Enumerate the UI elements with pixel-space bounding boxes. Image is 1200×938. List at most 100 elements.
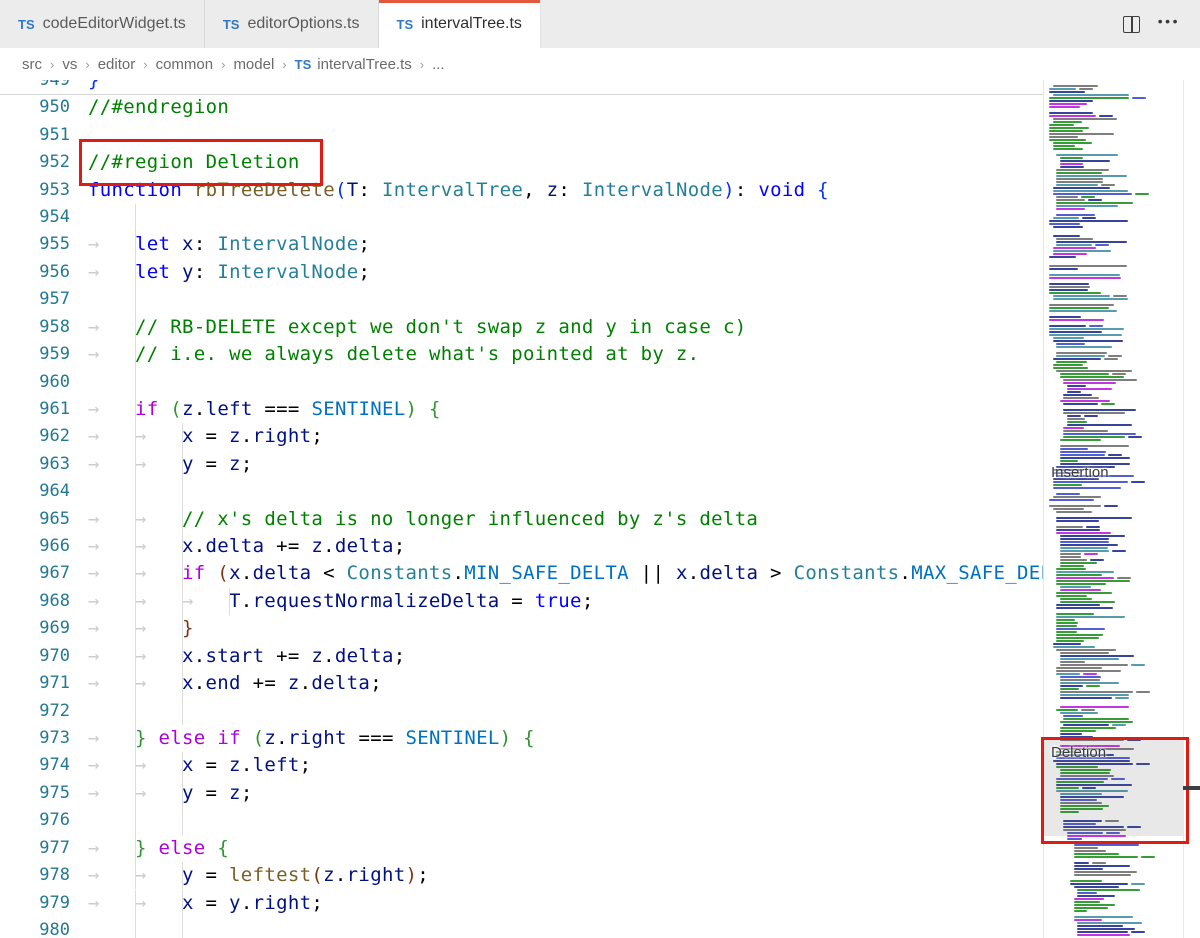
- minimap-line: [1063, 412, 1125, 414]
- minimap-line: [1056, 529, 1100, 531]
- minimap-line: [1056, 244, 1092, 246]
- token-b2: {: [429, 398, 441, 420]
- minimap-line: [1053, 340, 1123, 342]
- minimap-line: [1060, 682, 1119, 684]
- minimap-line: [1053, 145, 1076, 147]
- token-op: [241, 727, 253, 749]
- token-op: ;: [394, 645, 406, 667]
- token-op: =: [194, 782, 229, 804]
- breadcrumb-item-vs[interactable]: vs: [62, 56, 77, 73]
- minimap-line: [1053, 253, 1088, 255]
- whitespace-tab-icon: →: [88, 752, 135, 779]
- token-op: [805, 179, 817, 201]
- minimap-line: [1053, 487, 1122, 489]
- tab-intervalTree-ts[interactable]: TSintervalTree.ts: [379, 0, 541, 48]
- breadcrumb-item-model[interactable]: model: [233, 56, 274, 73]
- indent-guide: [135, 698, 136, 725]
- line-number: 954: [0, 204, 70, 231]
- indent-guide: [182, 615, 183, 642]
- minimap-line: [1053, 508, 1084, 510]
- minimap-line: [1049, 307, 1109, 309]
- breadcrumb-item-editor[interactable]: editor: [98, 56, 136, 73]
- token-var: delta: [206, 535, 265, 557]
- typescript-file-icon: TS: [18, 17, 35, 32]
- indent-guide: [135, 478, 136, 505]
- minimap-line: [1092, 862, 1106, 864]
- minimap-line: [1060, 163, 1083, 165]
- token-var: x: [182, 425, 194, 447]
- minimap-line: [1056, 625, 1077, 627]
- indent-guide: [135, 780, 136, 807]
- typescript-file-icon: TS: [295, 57, 312, 72]
- token-op: .: [241, 754, 253, 776]
- more-actions-icon[interactable]: •••: [1158, 14, 1180, 34]
- token-b1: ): [723, 179, 735, 201]
- minimap-line: [1060, 541, 1110, 543]
- minimap[interactable]: InsertionDeletion: [1043, 80, 1184, 938]
- line-number: 956: [0, 259, 70, 286]
- split-editor-icon[interactable]: [1123, 16, 1140, 33]
- tab-editorOptions-ts[interactable]: TSeditorOptions.ts: [205, 0, 379, 48]
- whitespace-tab-icon: →: [135, 588, 182, 615]
- breadcrumb-item-common[interactable]: common: [156, 56, 214, 73]
- indent-guide: [182, 478, 183, 505]
- breadcrumb-item-src[interactable]: src: [22, 56, 42, 73]
- minimap-line: [1056, 184, 1098, 186]
- minimap-line: [1132, 97, 1146, 99]
- minimap-line: [1060, 661, 1085, 663]
- minimap-line: [1077, 889, 1140, 891]
- token-ctrl: if: [135, 398, 159, 420]
- indent-guide: [135, 807, 136, 834]
- minimap-line: [1067, 385, 1087, 387]
- breadcrumb-item-symbol-path[interactable]: ...: [432, 56, 445, 73]
- line-number: 973: [0, 725, 70, 752]
- code-line: 958→// RB-DELETE except we don't swap z …: [0, 314, 1043, 341]
- minimap-line: [1074, 910, 1087, 912]
- token-var: right: [347, 864, 406, 886]
- minimap-line: [1053, 250, 1111, 252]
- whitespace-tab-icon: →: [135, 451, 182, 478]
- token-com: // i.e. we always delete what's pointed …: [135, 343, 699, 365]
- minimap-line: [1099, 115, 1113, 117]
- line-number: 953: [0, 177, 70, 204]
- line-number: 959: [0, 341, 70, 368]
- minimap-line: [1049, 277, 1121, 279]
- code-text: →let x: IntervalNode;: [88, 231, 370, 258]
- token-op: ;: [311, 425, 323, 447]
- minimap-line: [1056, 637, 1099, 639]
- minimap-line: [1115, 697, 1129, 699]
- tab-codeEditorWidget-ts[interactable]: TScodeEditorWidget.ts: [0, 0, 205, 48]
- token-com: //#endregion: [88, 96, 229, 118]
- minimap-line: [1128, 436, 1142, 438]
- minimap-line: [1060, 658, 1120, 660]
- indent-guide: [135, 259, 136, 286]
- whitespace-tab-icon: →: [88, 615, 135, 642]
- token-var: right: [288, 727, 347, 749]
- line-number: 966: [0, 533, 70, 560]
- minimap-line: [1053, 646, 1095, 648]
- minimap-line: [1053, 118, 1117, 120]
- breadcrumb-item-file[interactable]: TSintervalTree.ts: [295, 56, 412, 73]
- whitespace-tab-icon: →: [88, 314, 135, 341]
- minimap-line: [1049, 334, 1122, 336]
- minimap-line: [1056, 346, 1112, 348]
- token-var: x: [182, 672, 194, 694]
- minimap-line: [1077, 931, 1128, 933]
- code-line: 971→→x.end += z.delta;: [0, 670, 1043, 697]
- token-op: .: [194, 645, 206, 667]
- minimap-line: [1060, 736, 1093, 738]
- breadcrumb-separator-icon: ›: [50, 57, 54, 72]
- indent-guide: [135, 369, 136, 396]
- minimap-line: [1056, 673, 1080, 675]
- token-var: x: [182, 892, 194, 914]
- token-var: z: [229, 425, 241, 447]
- code-text: →→x.start += z.delta;: [88, 643, 405, 670]
- minimap-line: [1053, 187, 1110, 189]
- token-op: ;: [241, 453, 253, 475]
- minimap-line: [1074, 850, 1107, 852]
- code-editor[interactable]: 949}950//#endregion951952//#region Delet…: [0, 80, 1043, 938]
- minimap-line: [1056, 577, 1114, 579]
- token-kw: let: [135, 261, 170, 283]
- code-text: →} else {: [88, 835, 229, 862]
- minimap-line: [1049, 139, 1086, 141]
